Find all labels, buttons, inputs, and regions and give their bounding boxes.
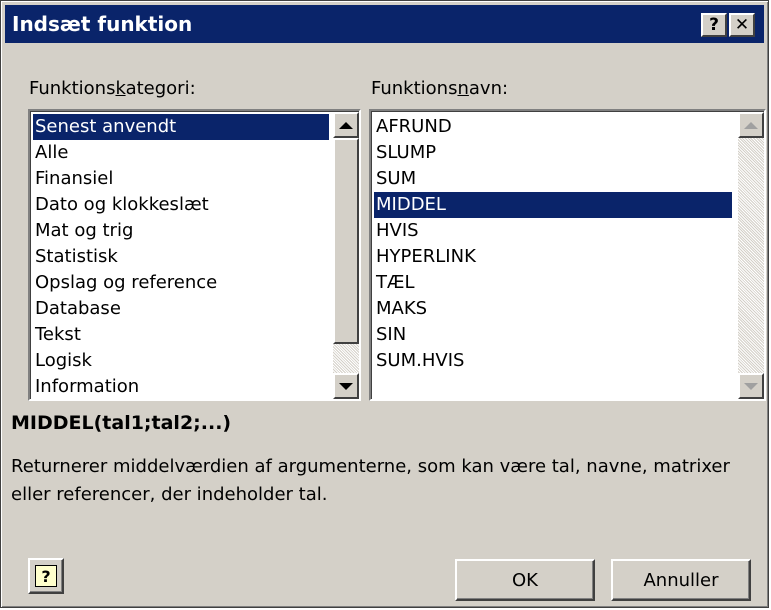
function-list-item[interactable]: SIN: [374, 322, 732, 348]
function-list-item[interactable]: SLUMP: [374, 140, 732, 166]
close-button[interactable]: ✕: [729, 13, 755, 37]
insert-function-dialog: Indsæt funktion ? ✕ Funktionskategori: S…: [0, 0, 769, 608]
chevron-down-icon: [744, 382, 758, 390]
function-list-item[interactable]: SUM: [374, 166, 732, 192]
function-description: Returnerer middelværdien af argumenterne…: [11, 456, 730, 505]
cancel-button[interactable]: Annuller: [611, 559, 751, 601]
category-list-item[interactable]: Mat og trig: [33, 218, 329, 244]
dialog-title: Indsæt funktion: [12, 12, 193, 36]
chevron-up-icon: [339, 121, 353, 129]
category-scrollbar[interactable]: [333, 112, 359, 399]
function-list-item[interactable]: MIDDEL: [374, 192, 732, 218]
function-list-item[interactable]: SUM.HVIS: [374, 348, 732, 374]
category-list-item[interactable]: Database: [33, 296, 329, 322]
category-label: Funktionskategori:: [29, 78, 196, 99]
chevron-down-icon: [339, 382, 353, 390]
chevron-up-icon: [744, 121, 758, 129]
category-list-item[interactable]: Tekst: [33, 322, 329, 348]
help-button[interactable]: ?: [28, 558, 64, 594]
category-list-item[interactable]: Opslag og reference: [33, 270, 329, 296]
category-listbox[interactable]: Senest anvendt Alle Finansiel Dato og klokk…: [28, 109, 361, 401]
function-list-item[interactable]: HVIS: [374, 218, 732, 244]
category-list-item[interactable]: Alle: [33, 140, 329, 166]
help-icon: ?: [35, 565, 57, 587]
title-help-button[interactable]: ?: [701, 13, 727, 37]
function-list-item[interactable]: HYPERLINK: [374, 244, 732, 270]
function-list-item[interactable]: TÆL: [374, 270, 732, 296]
category-list-item[interactable]: Logisk: [33, 348, 329, 374]
category-list-item[interactable]: Finansiel: [33, 166, 329, 192]
function-scrollbar[interactable]: [738, 112, 764, 399]
function-label: Funktionsnavn:: [371, 78, 509, 99]
category-scroll-up-button[interactable]: [333, 112, 359, 138]
category-list-item[interactable]: Dato og klokkeslæt: [33, 192, 329, 218]
function-list-item[interactable]: MAKS: [374, 296, 732, 322]
function-listbox[interactable]: AFRUND SLUMP SUM MIDDEL HVIS HYPERLINK TÆL MAKS…: [369, 109, 766, 401]
function-scroll-up-button[interactable]: [738, 112, 764, 138]
function-list-item[interactable]: AFRUND: [374, 114, 732, 140]
category-list-item[interactable]: Information: [33, 374, 329, 399]
ok-button[interactable]: OK: [455, 559, 595, 601]
function-scroll-down-button[interactable]: [738, 373, 764, 399]
category-list-item[interactable]: Senest anvendt: [33, 114, 329, 140]
category-scroll-thumb[interactable]: [333, 138, 359, 344]
category-list-item[interactable]: Statistisk: [33, 244, 329, 270]
title-bar[interactable]: Indsæt funktion ? ✕: [5, 5, 764, 43]
category-scroll-track[interactable]: [333, 344, 359, 374]
function-syntax: MIDDEL(tal1;tal2;...): [11, 412, 232, 434]
close-icon: ✕: [734, 15, 750, 35]
category-scroll-down-button[interactable]: [333, 373, 359, 399]
